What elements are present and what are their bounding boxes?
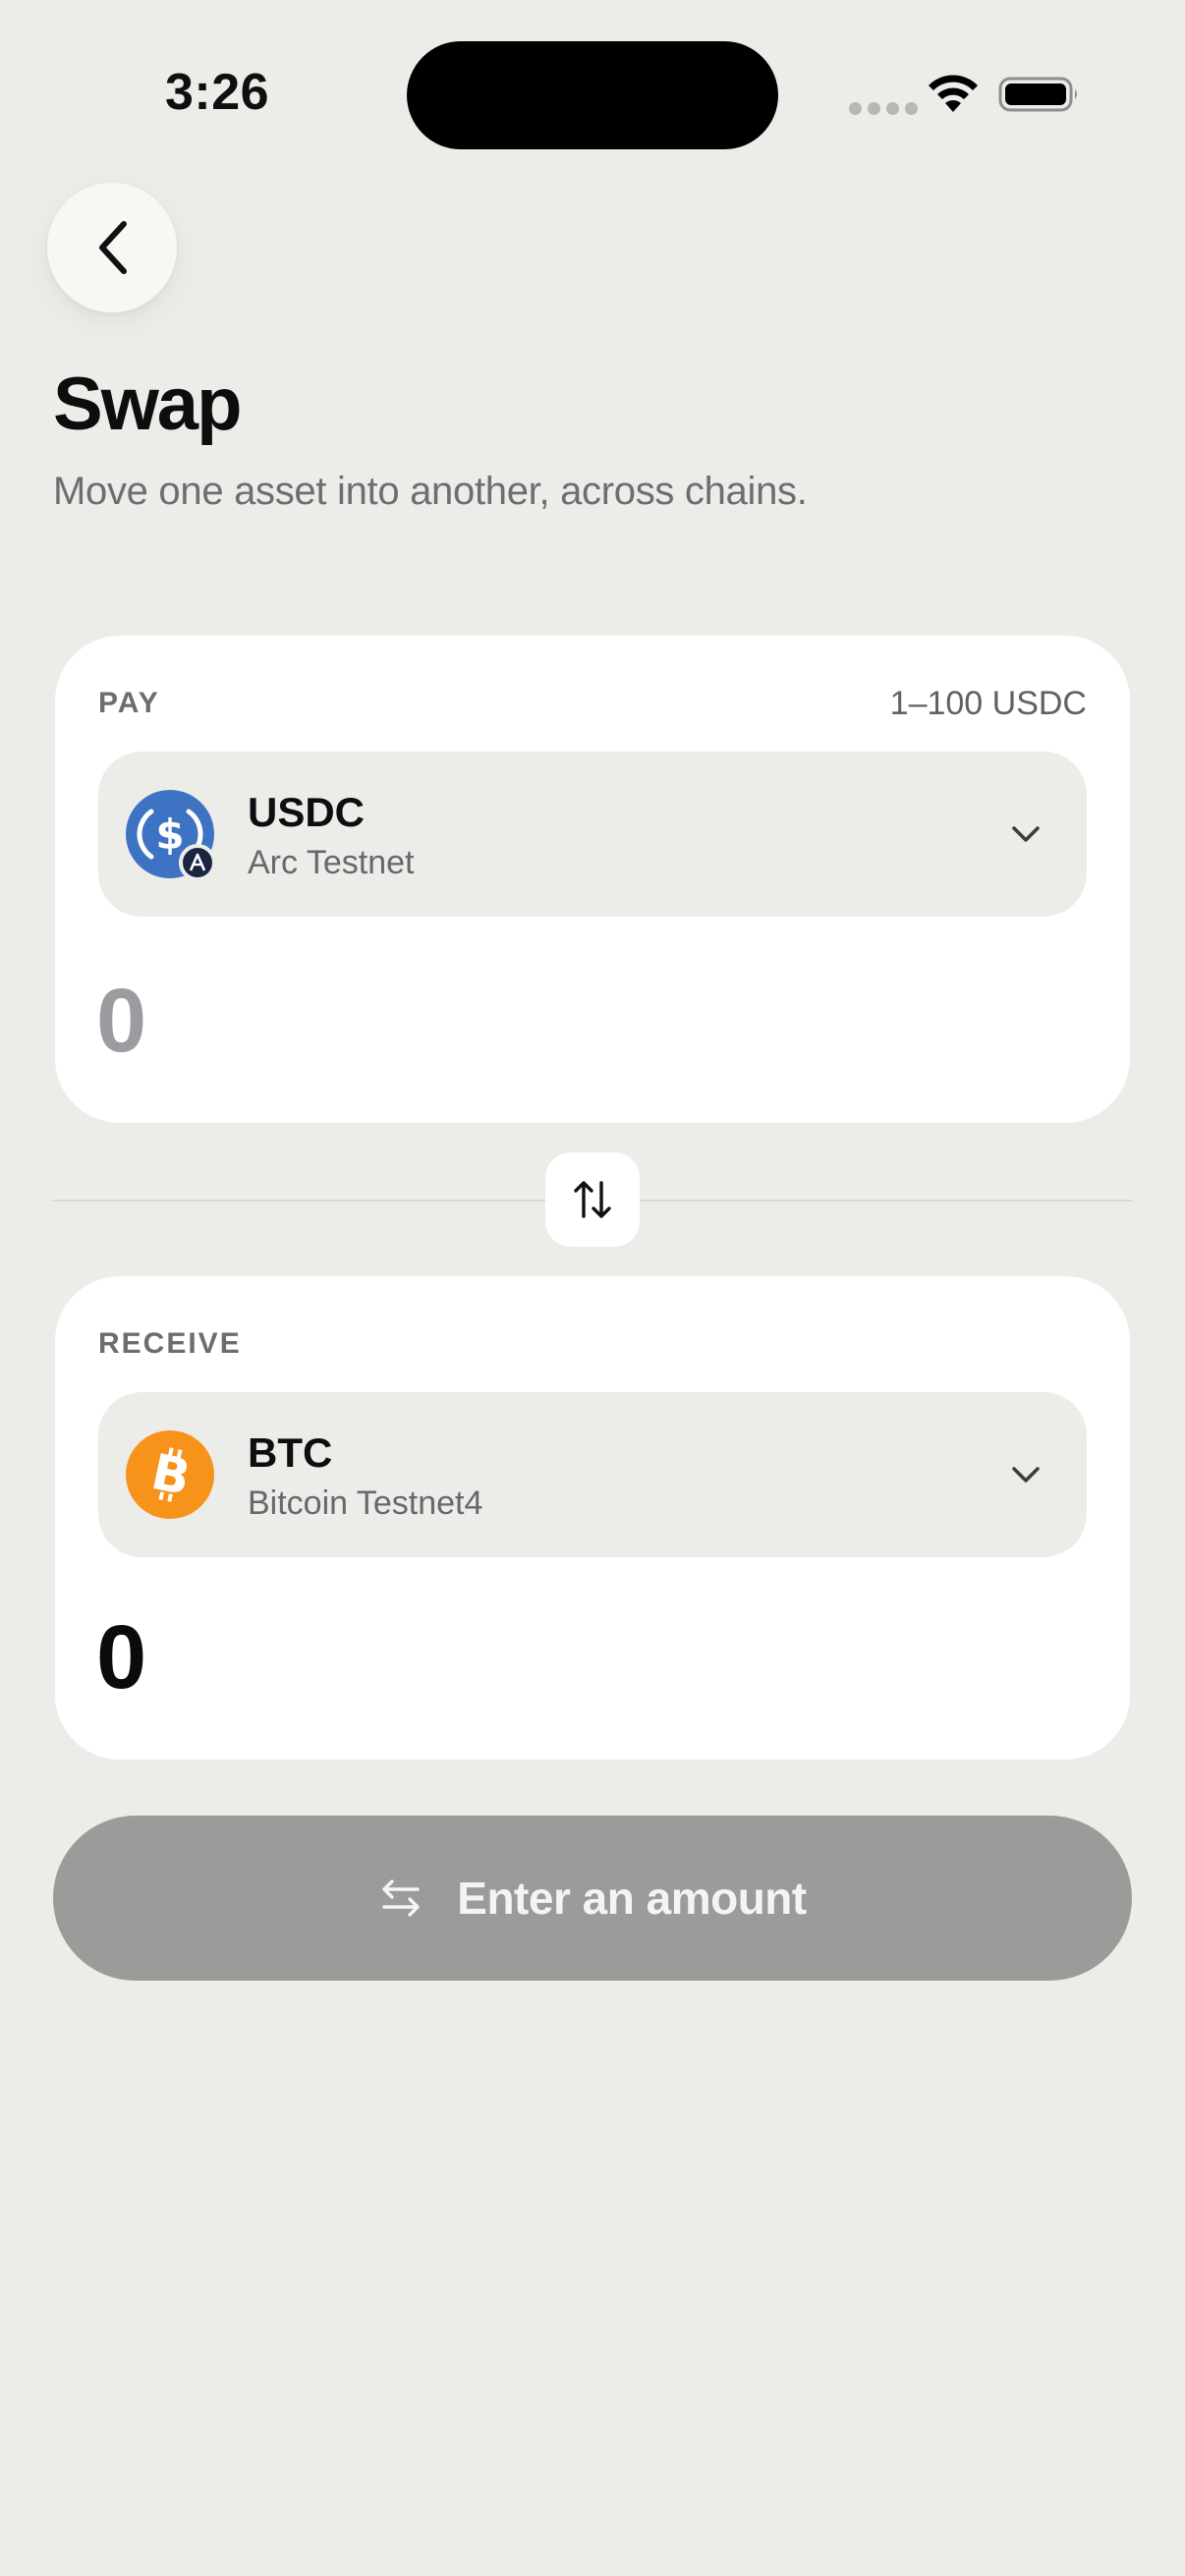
page-subtitle: Move one asset into another, across chai… [53,470,808,513]
receive-token-chain: Bitcoin Testnet4 [248,1484,483,1522]
enter-amount-label: Enter an amount [457,1873,807,1924]
status-time: 3:26 [165,64,270,121]
svg-text:$: $ [155,811,184,859]
receive-token-symbol: BTC [248,1429,333,1476]
wifi-icon [929,75,978,112]
receive-amount: 0 [96,1607,146,1708]
pay-amount-input[interactable]: 0 [96,970,146,1073]
receive-label: RECEIVE [98,1327,242,1360]
chevron-left-icon [99,221,127,274]
swap-screen: 3:26 Swap Move one asset into another, a… [0,0,1185,2576]
swap-vertical-icon [574,1181,611,1218]
page-title: Swap [53,363,242,446]
pay-label: PAY [98,687,160,719]
chevron-down-icon [1012,1467,1040,1483]
pay-token-chain: Arc Testnet [248,844,415,881]
receive-card: RECEIVE B BTC Bitcoin Testnet4 0 [55,1276,1130,1760]
pay-token-symbol: USDC [248,789,366,835]
receive-token-selector[interactable]: B BTC Bitcoin Testnet4 [98,1392,1087,1557]
cellular-signal-icon [849,102,918,115]
bitcoin-icon: B [126,1430,214,1519]
back-button[interactable] [47,183,177,312]
chevron-down-icon [1012,826,1040,842]
swap-horizontal-icon [382,1879,420,1917]
arc-chain-icon [179,844,216,881]
pay-card: PAY 1–100 USDC $ USDC Arc Testnet 0 [55,636,1130,1123]
pay-token-selector[interactable]: $ USDC Arc Testnet [98,752,1087,917]
battery-icon [998,77,1077,112]
flip-tokens-button[interactable] [545,1152,640,1247]
pay-range: 1–100 USDC [889,685,1087,722]
enter-amount-button[interactable]: Enter an amount [53,1816,1132,1981]
dynamic-island [407,41,778,149]
